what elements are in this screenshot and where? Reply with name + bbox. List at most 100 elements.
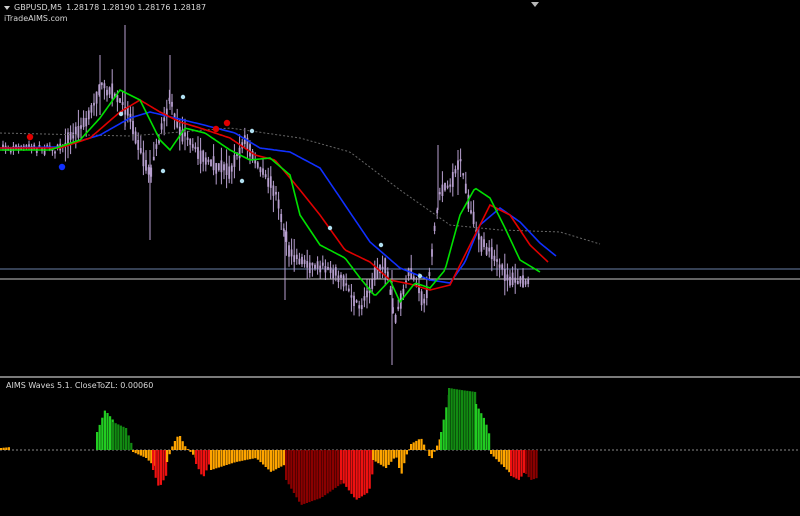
candle-body — [264, 174, 267, 178]
histogram-bar — [243, 450, 246, 461]
candle-body — [451, 172, 454, 187]
candle-body — [384, 258, 387, 273]
candle-body — [212, 156, 215, 171]
candle-body — [186, 137, 189, 140]
histogram-bar — [512, 450, 515, 478]
price-chart-canvas[interactable] — [0, 0, 800, 376]
histogram-bar — [122, 426, 125, 450]
histogram-bar — [475, 404, 478, 450]
candle-body — [145, 160, 147, 171]
histogram-bar — [159, 450, 162, 485]
candle-body — [238, 147, 241, 159]
candle-body — [217, 163, 220, 171]
histogram-bar — [200, 450, 203, 475]
candle-body — [340, 274, 342, 278]
candle-body — [111, 83, 114, 99]
candle-body — [514, 277, 517, 283]
candle-body — [191, 144, 194, 148]
candle-body — [82, 117, 85, 128]
indicator-canvas[interactable] — [0, 378, 800, 516]
histogram-bar — [230, 450, 233, 464]
candle-body — [345, 283, 348, 286]
histogram-bar — [468, 391, 471, 450]
histogram-bar — [490, 450, 493, 454]
histogram-bar — [403, 450, 406, 464]
candle-body — [194, 146, 197, 150]
candles — [2, 25, 530, 365]
candle-body — [483, 239, 485, 247]
histogram-bar — [262, 450, 265, 465]
candle-body — [132, 120, 134, 135]
candle-body — [373, 267, 376, 280]
histogram-bar — [236, 450, 239, 462]
candle-body — [423, 298, 426, 304]
signal-dot — [223, 119, 231, 127]
candle-body — [134, 131, 137, 144]
histogram-bar — [448, 388, 451, 450]
candle-body — [316, 261, 319, 269]
histogram-bar — [395, 450, 398, 458]
histogram-bar — [488, 433, 491, 450]
histogram-bar — [398, 450, 401, 468]
candle-body — [496, 259, 498, 262]
brand-label: iTradeAIMS.com — [4, 14, 68, 23]
histogram-bar — [220, 450, 223, 467]
candle-body — [353, 295, 355, 306]
ohlc-values: 1.28178 1.28190 1.28176 1.28187 — [66, 3, 207, 12]
candle-body — [77, 126, 80, 138]
histogram-bar — [168, 450, 171, 455]
chart-shift-marker-icon[interactable] — [531, 2, 539, 7]
histogram-bar — [423, 444, 426, 450]
candle-body — [106, 89, 108, 96]
histogram-bar — [147, 450, 150, 461]
candle-body — [87, 110, 90, 120]
histogram-bar — [532, 450, 535, 480]
histogram-bar — [510, 450, 513, 476]
histogram-bar — [282, 450, 285, 466]
candle-body — [464, 183, 467, 194]
histogram-bar — [210, 450, 213, 470]
histogram-bar — [5, 447, 8, 450]
histogram-bar — [264, 450, 267, 467]
histogram-bar — [466, 390, 469, 450]
candle-body — [228, 166, 231, 179]
candle-body — [262, 168, 264, 175]
candle-body — [327, 267, 329, 270]
candle-body — [137, 140, 140, 150]
histogram-bar — [202, 450, 205, 477]
candle-body — [522, 275, 524, 288]
histogram-bar — [181, 441, 184, 450]
histogram-bar — [137, 450, 140, 455]
histogram-bar — [342, 450, 345, 484]
indicator-pane[interactable]: AIMS Waves 5.1. CloseToZL: 0.00060 — [0, 378, 800, 516]
candle-body — [438, 192, 441, 195]
histogram-bar — [326, 450, 329, 494]
candle-body — [116, 94, 119, 103]
price-chart-pane[interactable]: GBPUSD,M5 1.28178 1.28190 1.28176 1.2818… — [0, 0, 800, 376]
candle-body — [332, 269, 335, 279]
candle-body — [470, 210, 472, 214]
candle-body — [147, 167, 150, 175]
chart-menu-triangle-icon[interactable] — [4, 5, 10, 10]
indicator-title: AIMS Waves 5.1. CloseToZL: 0.00060 — [6, 381, 154, 390]
histogram-bar — [329, 450, 332, 492]
histogram-bar — [385, 450, 388, 468]
candle-body — [210, 159, 212, 167]
candle-body — [259, 167, 262, 173]
candle-body — [150, 167, 153, 177]
histogram-bar — [2, 447, 5, 450]
candle-body — [488, 247, 491, 252]
histogram — [0, 388, 538, 505]
histogram-bar — [334, 450, 337, 488]
symbol-timeframe: GBPUSD,M5 — [14, 3, 63, 12]
candle-body — [490, 247, 493, 260]
histogram-bar — [350, 450, 353, 494]
histogram-bar — [7, 447, 10, 450]
candle-body — [449, 184, 452, 187]
histogram-bar — [530, 450, 533, 480]
histogram-bar — [392, 450, 395, 459]
signal-dot — [160, 168, 166, 174]
histogram-bar — [184, 446, 187, 450]
candle-body — [519, 276, 522, 284]
histogram-bar — [379, 450, 382, 465]
